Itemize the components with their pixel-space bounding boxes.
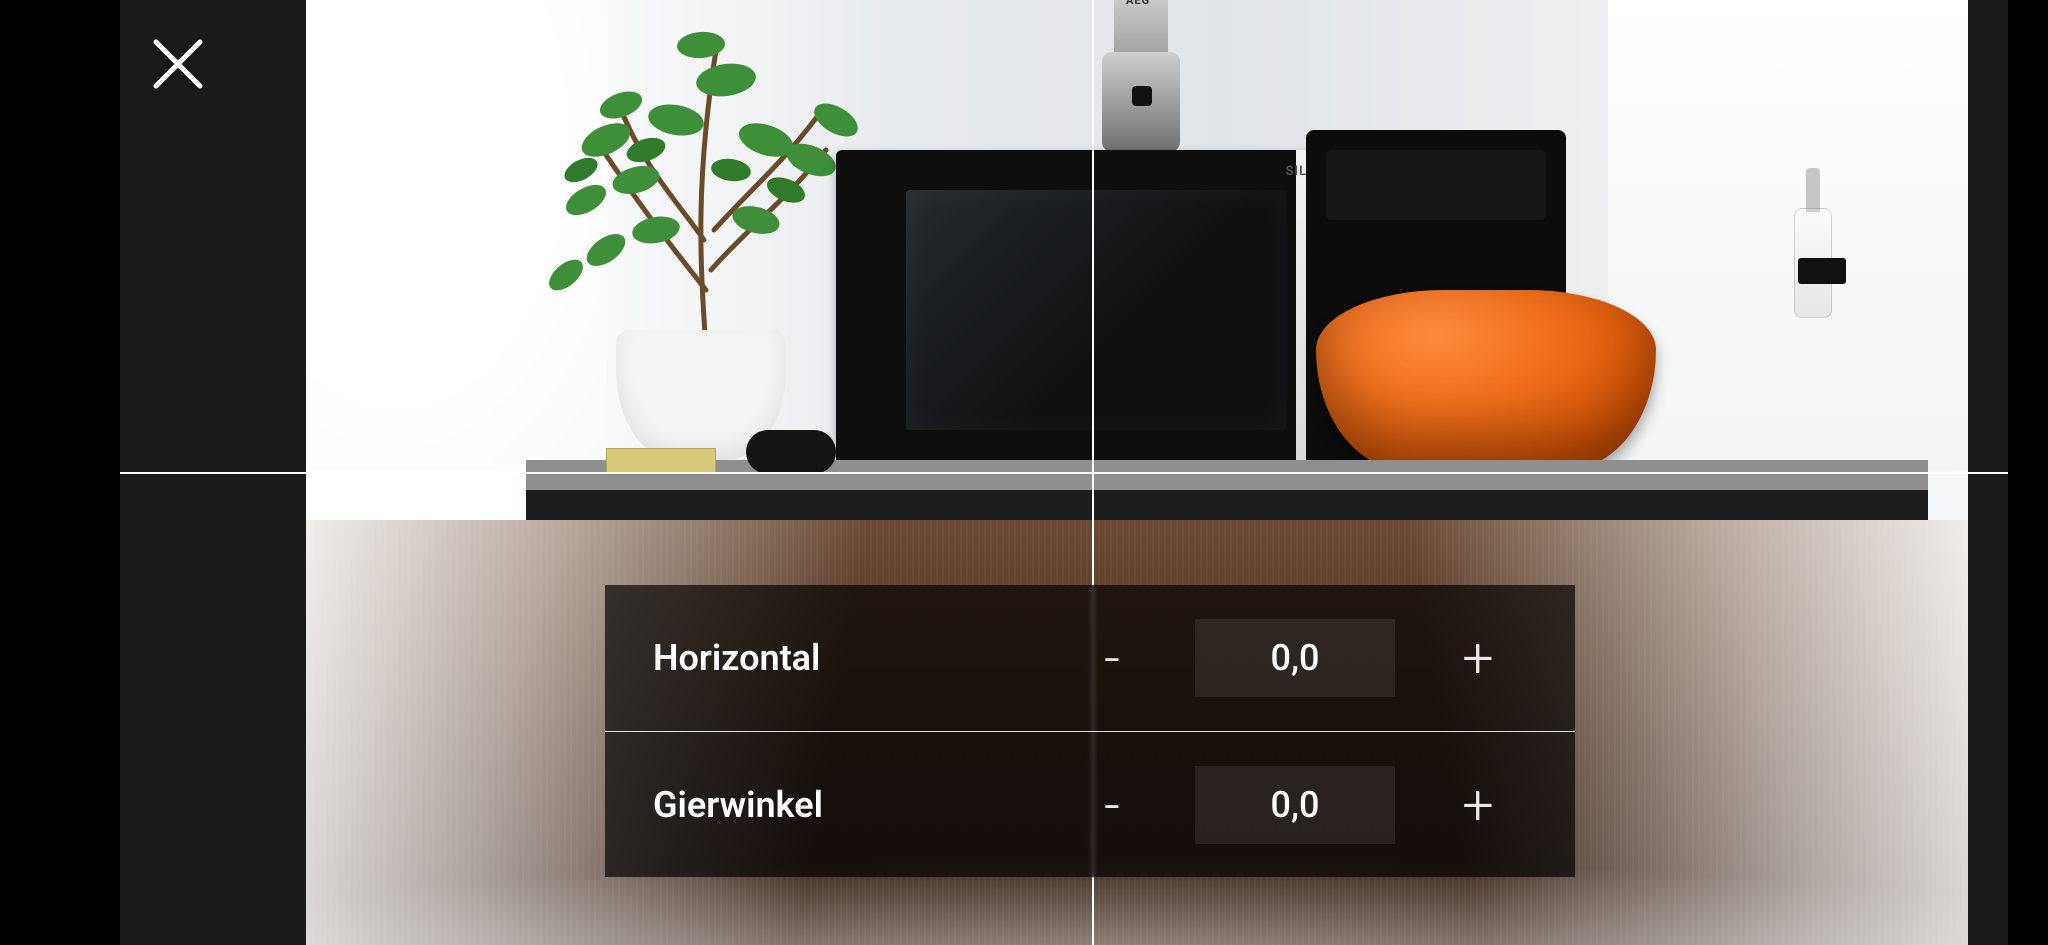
letterbox-right — [2008, 0, 2048, 945]
row-horizontal: Horizontal - 0,0 + — [605, 585, 1575, 731]
yaw-increment-button[interactable]: + — [1443, 777, 1513, 833]
camera-calibration-screen: AEG SILVERCREST — [0, 0, 2048, 945]
letterbox-left — [0, 0, 120, 945]
horizontal-value[interactable]: 0,0 — [1195, 619, 1395, 697]
close-button[interactable] — [150, 36, 206, 92]
yaw-label: Gierwinkel — [605, 784, 935, 826]
blender: AEG — [1086, 0, 1196, 160]
yaw-decrement-button[interactable]: - — [1077, 777, 1147, 833]
horizontal-decrement-button[interactable]: - — [1077, 630, 1147, 686]
yaw-value[interactable]: 0,0 — [1195, 766, 1395, 844]
calibration-panel: Horizontal - 0,0 + Gierwinkel - 0,0 + — [605, 585, 1575, 877]
smart-speaker — [746, 430, 836, 474]
blender-brand-label: AEG — [1126, 0, 1150, 7]
horizontal-label: Horizontal — [605, 637, 935, 679]
small-box — [606, 448, 716, 474]
horizontal-increment-button[interactable]: + — [1443, 630, 1513, 686]
orange-bowl — [1316, 290, 1656, 470]
window-left — [306, 0, 606, 470]
close-icon — [150, 36, 206, 92]
bottle — [1788, 168, 1838, 318]
countertop — [526, 460, 1928, 490]
crosshair-horizontal — [120, 472, 2008, 474]
row-yaw: Gierwinkel - 0,0 + — [605, 731, 1575, 877]
